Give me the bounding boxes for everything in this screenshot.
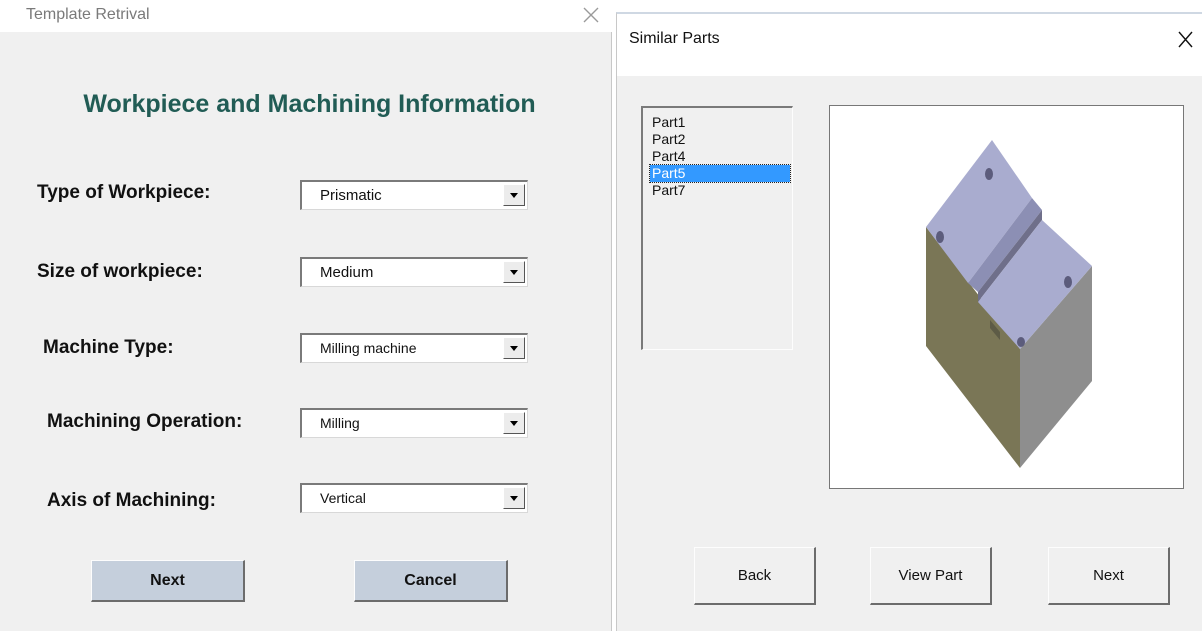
dropdown-arrow-icon[interactable]	[503, 412, 525, 434]
dropdown-value: Vertical	[320, 490, 366, 506]
list-item-part1[interactable]: Part1	[650, 114, 790, 131]
template-retrieval-window: Template Retrival Workpiece and Machinin…	[0, 0, 612, 631]
part-preview	[829, 105, 1184, 489]
part-3d-model-image	[926, 140, 1092, 468]
close-icon[interactable]	[1173, 26, 1199, 52]
machine-type-label: Machine Type:	[43, 337, 174, 358]
machining-axis-label: Axis of Machining:	[47, 490, 216, 511]
dropdown-value: Medium	[320, 264, 374, 281]
workpiece-size-label: Size of workpiece:	[37, 261, 203, 282]
machine-type-dropdown[interactable]: Milling machine	[300, 333, 528, 363]
machining-axis-dropdown[interactable]: Vertical	[300, 483, 528, 513]
similar-parts-window: Similar Parts Part1 Part2 Part4 Part5 Pa…	[616, 12, 1202, 631]
view-part-button[interactable]: View Part	[870, 547, 992, 605]
dropdown-arrow-icon[interactable]	[503, 487, 525, 509]
dropdown-arrow-icon[interactable]	[503, 337, 525, 359]
page-heading: Workpiece and Machining Information	[83, 90, 536, 118]
dropdown-arrow-icon[interactable]	[503, 184, 525, 206]
list-item-part4[interactable]: Part4	[650, 148, 790, 165]
list-item-part5[interactable]: Part5	[649, 164, 791, 183]
dropdown-value: Milling machine	[320, 340, 417, 356]
dropdown-arrow-icon[interactable]	[503, 261, 525, 283]
list-item-part2[interactable]: Part2	[650, 131, 790, 148]
cancel-button[interactable]: Cancel	[354, 560, 508, 602]
machining-operation-dropdown[interactable]: Milling	[300, 408, 528, 438]
back-button[interactable]: Back	[694, 547, 816, 605]
list-item-part7[interactable]: Part7	[650, 182, 790, 199]
dropdown-value: Milling	[320, 415, 360, 431]
window-title: Template Retrival	[26, 6, 150, 23]
close-icon[interactable]	[578, 2, 604, 28]
workpiece-size-dropdown[interactable]: Medium	[300, 257, 528, 287]
title-bar: Similar Parts	[617, 14, 1202, 76]
workpiece-type-dropdown[interactable]: Prismatic	[300, 180, 528, 210]
window-title: Similar Parts	[629, 30, 720, 47]
parts-listbox[interactable]: Part1 Part2 Part4 Part5 Part7	[641, 106, 793, 350]
dropdown-value: Prismatic	[320, 187, 382, 204]
next-button[interactable]: Next	[91, 560, 245, 602]
workpiece-type-label: Type of Workpiece:	[37, 182, 211, 203]
next-button[interactable]: Next	[1048, 547, 1170, 605]
machining-operation-label: Machining Operation:	[47, 411, 243, 432]
title-bar: Template Retrival	[0, 0, 612, 32]
